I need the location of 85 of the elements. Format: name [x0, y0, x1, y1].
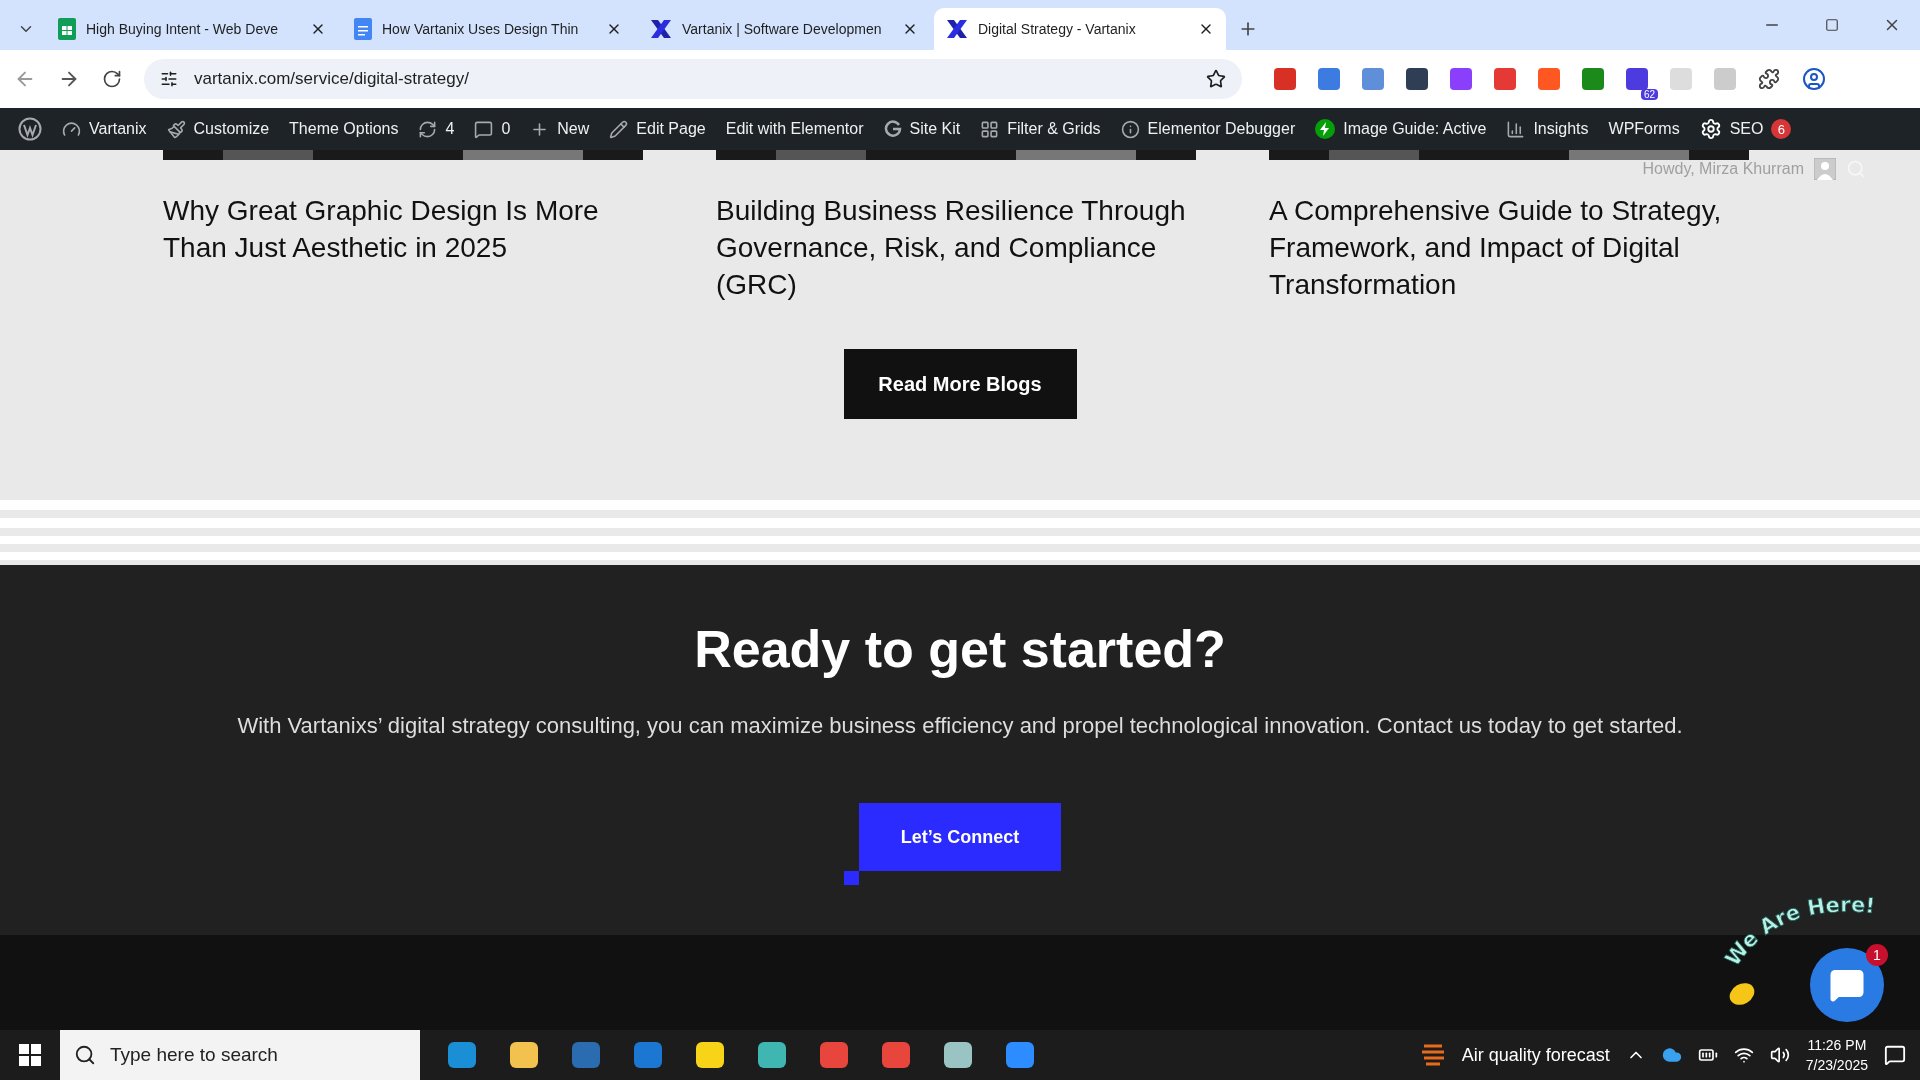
- bolt-icon: [1315, 119, 1336, 139]
- extension-icon[interactable]: [1406, 68, 1428, 90]
- admin-bar-item[interactable]: Image Guide: Active: [1305, 108, 1497, 150]
- site-settings-icon[interactable]: [160, 70, 178, 88]
- admin-bar-item[interactable]: Customize: [156, 108, 280, 150]
- admin-bar-label: Theme Options: [289, 120, 399, 138]
- address-bar[interactable]: vartanix.com/service/digital-strategy/: [144, 59, 1242, 99]
- extension-icon[interactable]: [1582, 68, 1604, 90]
- g-logo-icon: [883, 120, 902, 138]
- bookmark-star-icon[interactable]: [1206, 69, 1226, 89]
- admin-bar-label: 0: [501, 120, 511, 138]
- admin-bar-label: Image Guide: Active: [1343, 120, 1487, 138]
- windows-logo-icon[interactable]: [19, 1044, 41, 1066]
- admin-bar-item[interactable]: 4: [408, 108, 465, 150]
- weather-text[interactable]: Air quality forecast: [1461, 1044, 1610, 1066]
- taskbar-search-field[interactable]: Type here to search: [60, 1030, 420, 1080]
- admin-bar-item[interactable]: Filter & Grids: [970, 108, 1111, 150]
- extension-icon[interactable]: [1318, 68, 1340, 90]
- browser-tab[interactable]: Digital Strategy - Vartanix: [934, 8, 1226, 50]
- profile-icon[interactable]: [1802, 67, 1826, 91]
- dashboard-icon: [62, 119, 81, 139]
- restore-icon[interactable]: [1825, 18, 1839, 32]
- document-icon: [354, 18, 372, 40]
- admin-bar-label: Customize: [193, 120, 270, 138]
- admin-bar-item[interactable]: Theme Options: [279, 108, 409, 150]
- post-title[interactable]: A Comprehensive Guide to Strategy, Framework, and Impact of Digital Transformation: [1269, 192, 1749, 303]
- read-more-button[interactable]: Read More Blogs: [843, 349, 1077, 419]
- admin-bar-label: Elementor Debugger: [1147, 120, 1296, 138]
- cloud-icon[interactable]: [1661, 1045, 1682, 1065]
- notification-badge: 1: [1866, 944, 1888, 966]
- cta-text: With Vartanixs’ digital strategy consulting, you can maximize business efficiency and propel technological innovation. Contact us today to get started.: [237, 713, 1683, 739]
- grid-icon: [980, 119, 1000, 139]
- cta-heading: Ready to get started?: [694, 619, 1226, 679]
- reload-icon[interactable]: [102, 69, 122, 89]
- extension-icon[interactable]: [1494, 68, 1516, 90]
- brush-icon: [166, 119, 186, 139]
- extension-icon[interactable]: [1450, 68, 1472, 90]
- admin-bar-label: 4: [445, 120, 455, 138]
- wordpress-logo-icon[interactable]: [18, 117, 42, 141]
- comment-icon: [474, 119, 494, 139]
- admin-bar-label: New: [557, 120, 590, 138]
- admin-bar-label: Filter & Grids: [1007, 120, 1101, 138]
- post-title[interactable]: Building Business Resilience Through Governance, Risk, and Compliance (GRC): [716, 192, 1196, 303]
- admin-bar-item[interactable]: Edit with Elementor: [715, 108, 874, 150]
- sheet-icon: [58, 18, 76, 40]
- volume-icon[interactable]: [1769, 1045, 1790, 1065]
- extensions-icon[interactable]: [1758, 68, 1780, 90]
- admin-bar-label: Insights: [1533, 120, 1589, 138]
- admin-bar-item[interactable]: Vartanix: [52, 108, 157, 150]
- count-badge: 6: [1771, 119, 1792, 139]
- admin-bar-item[interactable]: New: [520, 108, 600, 150]
- update-icon: [418, 119, 438, 139]
- pencil-icon: [609, 119, 629, 139]
- chat-icon: [1829, 967, 1865, 1003]
- admin-bar-item[interactable]: WPForms: [1598, 108, 1690, 150]
- extension-icon[interactable]: [1274, 68, 1296, 90]
- admin-bar-item[interactable]: SEO 6: [1689, 108, 1802, 150]
- post-title[interactable]: Why Great Graphic Design Is More Than Just Aesthetic in 2025: [163, 192, 643, 303]
- admin-bar-label: Vartanix: [89, 120, 147, 138]
- clock[interactable]: 11:26 PM 7/23/2025: [1805, 1035, 1868, 1075]
- admin-bar-label: Edit with Elementor: [725, 120, 864, 138]
- bar-chart-icon: [1506, 119, 1526, 139]
- admin-bar-item[interactable]: 0: [464, 108, 521, 150]
- network-icon[interactable]: [1733, 1045, 1754, 1065]
- admin-bar-item[interactable]: Elementor Debugger: [1110, 108, 1306, 150]
- browser-tab[interactable]: High Buying Intent - Web Deve: [46, 8, 338, 50]
- admin-bar-item[interactable]: Insights: [1496, 108, 1599, 150]
- admin-bar-label: Site Kit: [909, 120, 961, 138]
- admin-bar-item[interactable]: Site Kit: [873, 108, 971, 150]
- admin-bar-item[interactable]: Edit Page: [599, 108, 716, 150]
- browser-tab[interactable]: Vartanix | Software Developmen: [638, 8, 930, 50]
- notifications-icon[interactable]: [1884, 1044, 1906, 1066]
- browser-tab[interactable]: How Vartanix Uses Design Thin: [342, 8, 634, 50]
- search-icon: [74, 1044, 96, 1066]
- extension-badge: 62: [1640, 89, 1658, 100]
- connect-button[interactable]: Let’s Connect: [859, 803, 1061, 871]
- x-logo-icon: [946, 19, 968, 39]
- x-logo-icon: [650, 19, 672, 39]
- info-icon: [1120, 119, 1140, 139]
- admin-bar-label: Edit Page: [636, 120, 706, 138]
- square-marker: [844, 871, 859, 885]
- admin-bar-label: SEO: [1729, 120, 1764, 138]
- admin-bar-label: WPForms: [1608, 120, 1680, 138]
- weather-icon[interactable]: [1421, 1042, 1446, 1068]
- gear-icon: [1699, 118, 1722, 140]
